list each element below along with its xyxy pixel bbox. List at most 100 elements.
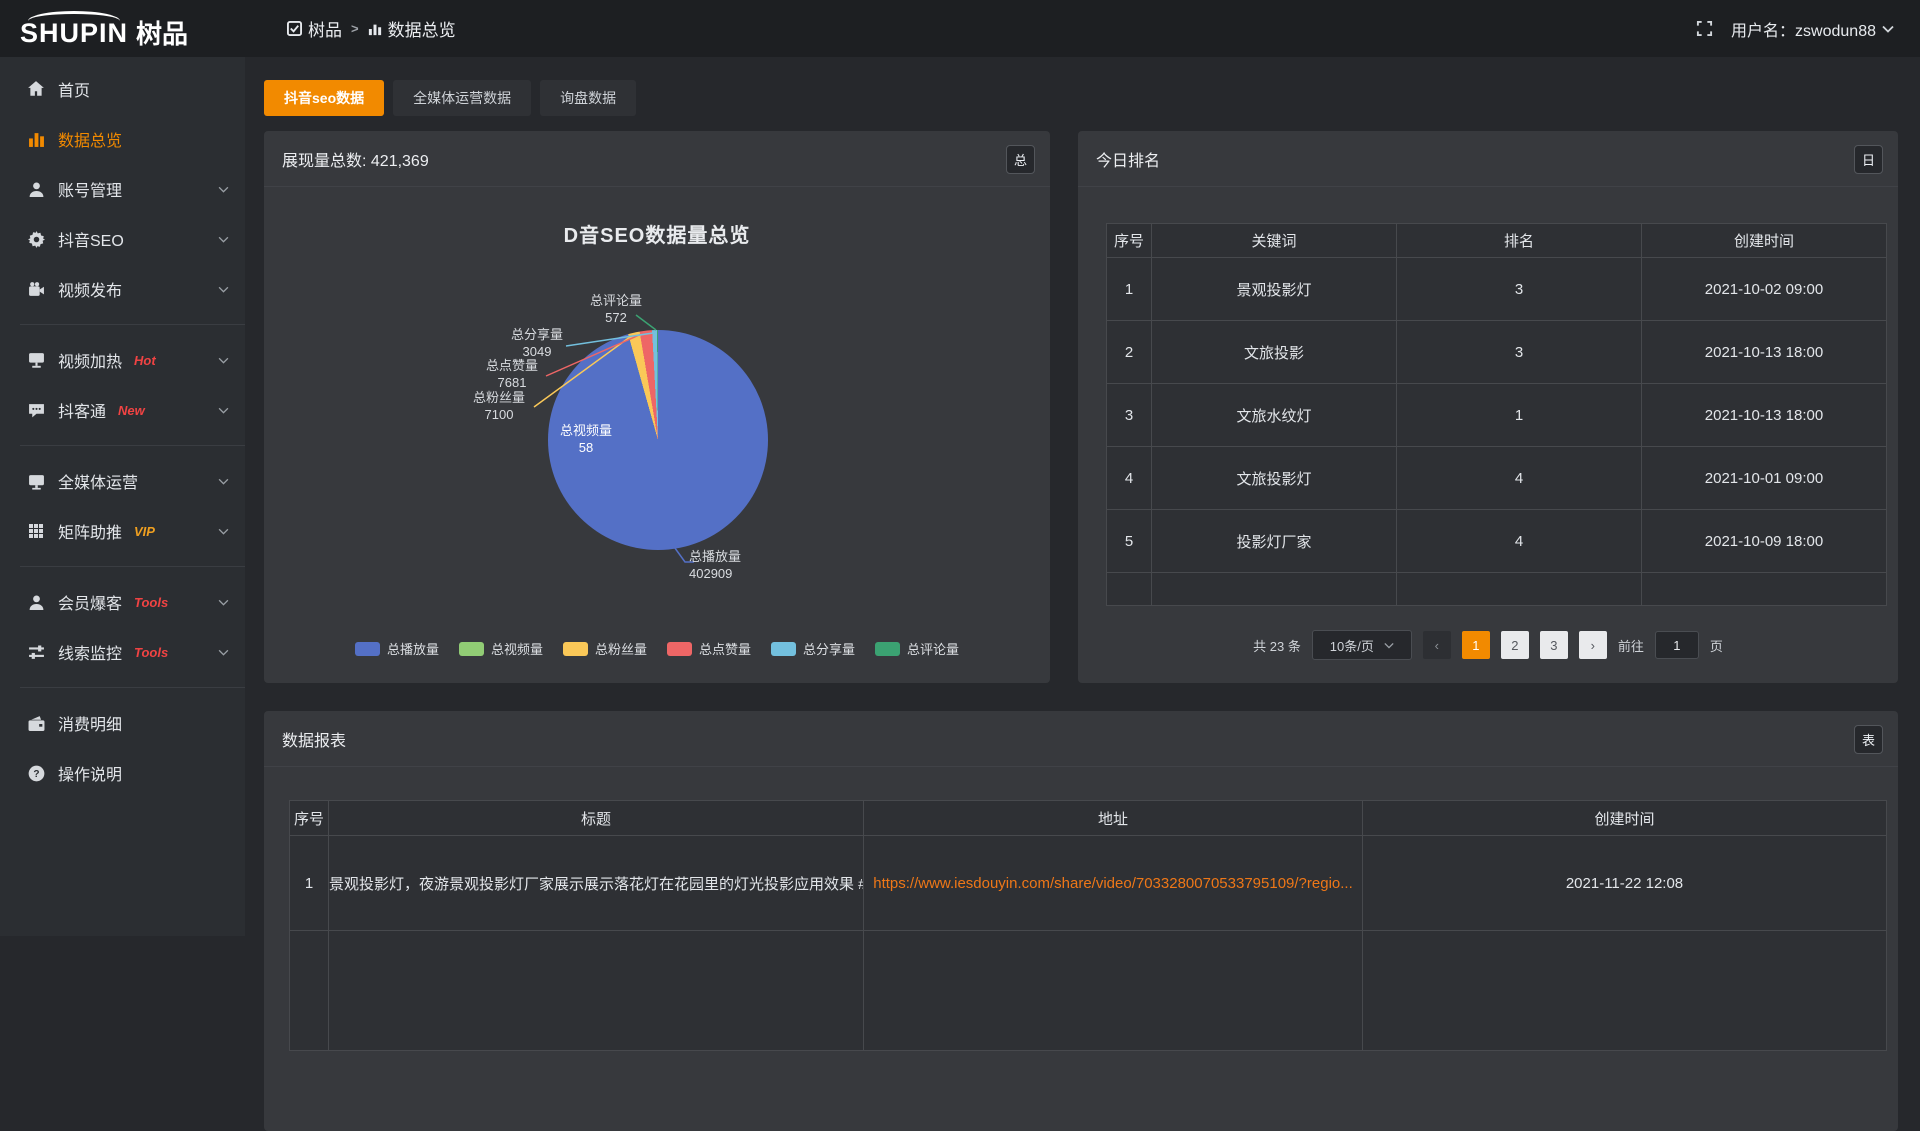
- user-menu[interactable]: 用户名：zswodun88: [1731, 17, 1894, 41]
- prev-page-button[interactable]: ‹: [1423, 631, 1451, 659]
- sidebar-item-home[interactable]: 首页: [0, 64, 245, 114]
- table-cell: 文旅投影灯: [1152, 447, 1397, 510]
- sidebar-item-data-overview[interactable]: 数据总览: [0, 114, 245, 164]
- sidebar-item-douyin-seo[interactable]: 抖音SEO: [0, 214, 245, 264]
- sidebar-item-label: 首页: [58, 77, 90, 101]
- table-cell: 2021-10-09 18:00: [1642, 510, 1887, 573]
- table-cell: [1642, 573, 1887, 606]
- table-row: 1景观投影灯32021-10-02 09:00: [1107, 258, 1887, 321]
- sidebar-item-label: 消费明细: [58, 711, 122, 735]
- legend-item[interactable]: 总播放量: [355, 639, 439, 658]
- legend-item[interactable]: 总点赞量: [667, 639, 751, 658]
- breadcrumb-current-label: 数据总览: [388, 16, 456, 41]
- sidebar-item-label: 抖音SEO: [58, 227, 124, 251]
- table-cell: 2021-10-13 18:00: [1642, 321, 1887, 384]
- sidebar-item-lead-monitor[interactable]: 线索监控 Tools: [0, 627, 245, 677]
- tab-inquiry-data[interactable]: 询盘数据: [540, 80, 636, 116]
- sidebar-item-video-heat[interactable]: 视频加热 Hot: [0, 335, 245, 385]
- column-header: 创建时间: [1642, 224, 1887, 258]
- seo-chart-panel: 展现量总数: 421,369 总 D音SEO数据量总览 总评论量572 总分享量…: [264, 131, 1050, 683]
- page-button-2[interactable]: 2: [1501, 631, 1529, 659]
- sidebar-item-consumption-detail[interactable]: 消费明细: [0, 698, 245, 748]
- breadcrumb-root[interactable]: 树品: [287, 16, 342, 41]
- page-button-3[interactable]: 3: [1540, 631, 1568, 659]
- sidebar-item-label: 抖客通: [58, 398, 106, 422]
- grid-icon: [27, 522, 45, 540]
- legend-item[interactable]: 总分享量: [771, 639, 855, 658]
- hot-tag: Hot: [134, 353, 156, 368]
- total-view-button[interactable]: 总: [1006, 145, 1035, 174]
- sidebar: 首页 数据总览 账号管理 抖音SEO 视频发布 视频加热 Hot 抖客通 New…: [0, 57, 245, 936]
- pie-label-videos: 总视频量58: [560, 422, 612, 456]
- legend-swatch-icon: [563, 642, 588, 656]
- table-cell: 2021-10-01 09:00: [1642, 447, 1887, 510]
- chart-legend: 总播放量 总视频量 总粉丝量 总点赞量 总分享量 总评论量: [264, 639, 1050, 658]
- sidebar-item-video-publish[interactable]: 视频发布: [0, 264, 245, 314]
- daily-view-button[interactable]: 日: [1854, 145, 1883, 174]
- sidebar-item-instructions[interactable]: ? 操作说明: [0, 748, 245, 798]
- legend-item[interactable]: 总粉丝量: [563, 639, 647, 658]
- table-cell: 景观投影灯: [1152, 258, 1397, 321]
- svg-text:?: ?: [33, 769, 39, 780]
- page-button-1[interactable]: 1: [1462, 631, 1490, 659]
- goto-label: 前往: [1618, 636, 1644, 655]
- top-header: SHUPIN 树品 树品 > 数据总览 用户名：zswodun88: [0, 0, 1920, 57]
- total-count-label: 共 23 条: [1253, 636, 1301, 655]
- table-cell: 景观投影灯，夜游景观投影灯厂家展示展示落花灯在花园里的灯光投影应用效果 #: [329, 836, 864, 931]
- tools-tag: Tools: [134, 645, 168, 660]
- chevron-down-icon: [1384, 642, 1394, 649]
- sliders-icon: [27, 643, 45, 661]
- pagination: 共 23 条 10条/页 ‹ 1 2 3 › 前往 页: [1078, 630, 1898, 660]
- next-page-button[interactable]: ›: [1579, 631, 1607, 659]
- table-cell: 文旅水纹灯: [1152, 384, 1397, 447]
- user-icon: [27, 180, 45, 198]
- legend-label: 总粉丝量: [595, 639, 647, 658]
- breadcrumb-current[interactable]: 数据总览: [368, 16, 456, 41]
- page-size-select[interactable]: 10条/页: [1312, 630, 1412, 660]
- table-row-empty: [1107, 573, 1887, 606]
- legend-swatch-icon: [459, 642, 484, 656]
- report-table: 序号 标题 地址 创建时间 1景观投影灯，夜游景观投影灯厂家展示展示落花灯在花园…: [289, 800, 1887, 1051]
- tab-media-operation-data[interactable]: 全媒体运营数据: [393, 80, 531, 116]
- fullscreen-icon[interactable]: [1696, 20, 1713, 37]
- logo-arc: [28, 11, 120, 21]
- table-header-row: 序号 关键词 排名 创建时间: [1107, 224, 1887, 258]
- bar-chart-icon: [368, 22, 382, 36]
- tab-douyin-seo-data[interactable]: 抖音seo数据: [264, 80, 384, 116]
- main-content: 抖音seo数据 全媒体运营数据 询盘数据 展现量总数: 421,369 总 D音…: [245, 57, 1920, 936]
- table-cell: [1107, 573, 1152, 606]
- sidebar-item-label: 视频发布: [58, 277, 122, 301]
- sidebar-item-account[interactable]: 账号管理: [0, 164, 245, 214]
- chevron-down-icon: [218, 230, 229, 248]
- sidebar-item-douketong[interactable]: 抖客通 New: [0, 385, 245, 435]
- legend-item[interactable]: 总评论量: [875, 639, 959, 658]
- table-cell: 3: [1397, 258, 1642, 321]
- legend-swatch-icon: [875, 642, 900, 656]
- sidebar-item-media-operation[interactable]: 全媒体运营: [0, 456, 245, 506]
- sidebar-item-label: 操作说明: [58, 761, 122, 785]
- table-cell: 3: [1107, 384, 1152, 447]
- table-row: 4文旅投影灯42021-10-01 09:00: [1107, 447, 1887, 510]
- app-logo: SHUPIN 树品: [0, 11, 245, 47]
- legend-item[interactable]: 总视频量: [459, 639, 543, 658]
- rank-table-body: 1景观投影灯32021-10-02 09:002文旅投影32021-10-13 …: [1107, 258, 1887, 606]
- new-tag: New: [118, 403, 145, 418]
- table-cell: 4: [1397, 447, 1642, 510]
- table-cell: 1: [1397, 384, 1642, 447]
- wallet-icon: [27, 714, 45, 732]
- chevron-down-icon: [218, 593, 229, 611]
- legend-swatch-icon: [771, 642, 796, 656]
- goto-page-input[interactable]: [1655, 631, 1699, 659]
- pie-label-comments: 总评论量572: [590, 292, 642, 326]
- column-header: 序号: [1107, 224, 1152, 258]
- legend-swatch-icon: [355, 642, 380, 656]
- table-view-button[interactable]: 表: [1854, 725, 1883, 754]
- sidebar-item-matrix-boost[interactable]: 矩阵助推 VIP: [0, 506, 245, 556]
- sidebar-item-member-baoke[interactable]: 会员爆客 Tools: [0, 577, 245, 627]
- data-tabs: 抖音seo数据 全媒体运营数据 询盘数据: [264, 80, 636, 116]
- video-url-link[interactable]: https://www.iesdouyin.com/share/video/70…: [864, 836, 1363, 931]
- logo-text-en: SHUPIN: [20, 11, 128, 47]
- rank-panel-title: 今日排名: [1096, 147, 1160, 171]
- column-header: 标题: [329, 801, 864, 836]
- chevron-down-icon: [218, 280, 229, 298]
